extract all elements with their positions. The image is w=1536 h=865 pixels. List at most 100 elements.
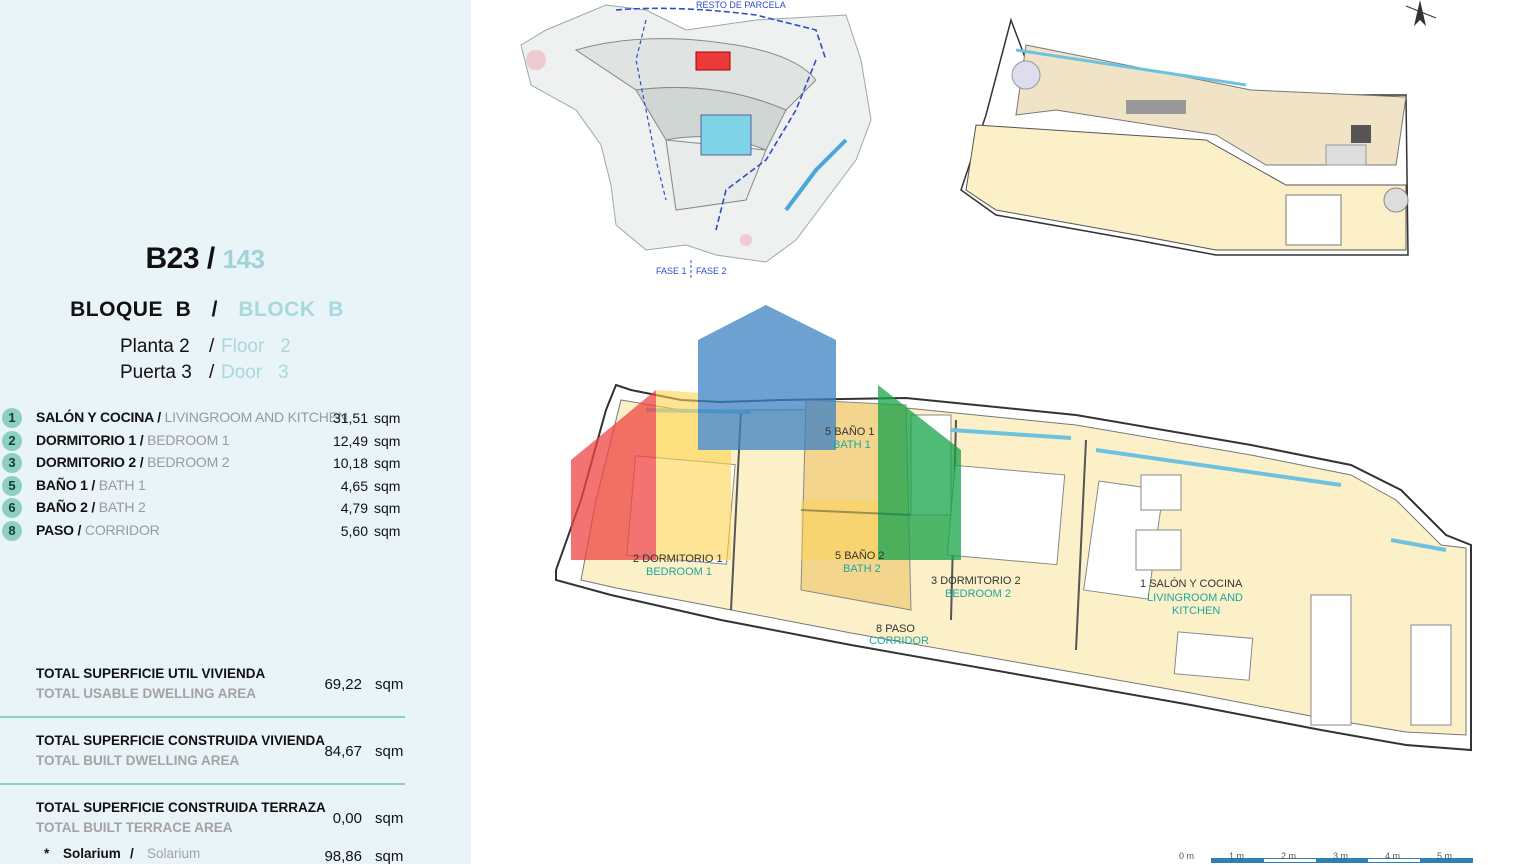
bath1-num: 5 — [825, 426, 832, 438]
room-name: BAÑO 1 / BATH 1 — [36, 477, 146, 493]
room-number-badge: 8 — [2, 521, 22, 541]
solarium-star: * — [44, 846, 50, 861]
room-unit: sqm — [374, 433, 401, 449]
total-terrace-value: 0,00 — [332, 810, 362, 827]
room-name-sep: / — [136, 432, 148, 448]
room-area: 4,65 — [340, 478, 368, 494]
room-name-sep: / — [73, 522, 85, 538]
room-area: 12,49 — [332, 433, 368, 449]
room-number-badge: 2 — [2, 431, 22, 451]
total-terrace-unit: sqm — [375, 810, 404, 827]
bath1-label-en: BATH 1 — [833, 439, 871, 451]
scale-3: 3 m — [1333, 851, 1349, 861]
room-row: 8 PASO / CORRIDOR 5,60 sqm — [0, 521, 410, 541]
room-name-en: BEDROOM 2 — [147, 454, 230, 470]
room-name: PASO / CORRIDOR — [36, 522, 160, 538]
room-name-es: PASO — [36, 522, 74, 538]
living-es: SALÓN Y COCINA — [1149, 578, 1243, 590]
solarium-en: Solarium — [147, 846, 201, 861]
room-name-sep: / — [87, 477, 99, 493]
bed2-es: DORMITORIO 2 — [940, 575, 1021, 587]
block-separator: / — [211, 298, 218, 321]
corridor-num: 8 — [876, 623, 883, 635]
room-name-es: DORMITORIO 1 — [36, 432, 137, 448]
room-area: 31,51 — [332, 410, 368, 426]
living-label-en1: LIVINGROOM AND — [1147, 592, 1243, 604]
bed2-label-es: 3 DORMITORIO 2 — [931, 575, 1021, 587]
total-built-value: 84,67 — [324, 743, 362, 760]
room-row: 2 DORMITORIO 1 / BEDROOM 1 12,49 sqm — [0, 431, 410, 451]
bed1-num: 2 — [633, 553, 640, 565]
bed1-label-es: 2 DORMITORIO 1 — [633, 553, 723, 565]
room-name-es: SALÓN Y COCINA — [36, 409, 154, 425]
block-es: BLOQUE B — [70, 298, 192, 321]
key-plan — [960, 17, 1409, 256]
door-en: Door 3 — [221, 362, 289, 383]
room-unit: sqm — [374, 523, 401, 539]
room-name-en: BATH 2 — [98, 499, 146, 515]
room-area: 4,79 — [340, 500, 368, 516]
total-built-en: TOTAL BUILT DWELLING AREA — [36, 753, 240, 768]
solarium-unit: sqm — [375, 848, 404, 865]
room-unit: sqm — [374, 478, 401, 494]
total-terrace-es: TOTAL SUPERFICIE CONSTRUIDA TERRAZA — [36, 800, 326, 815]
room-row: 6 BAÑO 2 / BATH 2 4,79 sqm — [0, 498, 410, 518]
solarium-es: Solarium — [63, 846, 121, 861]
living-label-es: 1 SALÓN Y COCINA — [1140, 578, 1242, 590]
living-num: 1 — [1140, 578, 1147, 590]
corridor-label-es: 8 PASO — [876, 623, 915, 635]
scale-0: 0 m — [1179, 851, 1195, 861]
total-usable-unit: sqm — [375, 676, 404, 693]
room-name-es: BAÑO 2 — [36, 499, 88, 515]
room-row: 1 SALÓN Y COCINA / LIVINGROOM AND KITCHE… — [0, 408, 410, 428]
room-area: 10,18 — [332, 455, 368, 471]
door-es: Puerta 3 — [120, 362, 192, 383]
phase1-label: FASE 1 — [656, 266, 687, 276]
bed2-num: 3 — [931, 575, 938, 587]
bed2-label-en: BEDROOM 2 — [945, 588, 1012, 600]
scale-5: 5 m — [1437, 851, 1453, 861]
divider — [0, 716, 405, 718]
bath2-label-en: BATH 2 — [843, 563, 881, 575]
phase2-label: FASE 2 — [696, 266, 727, 276]
unit-number: 143 — [222, 244, 265, 274]
total-usable-value: 69,22 — [324, 676, 362, 693]
room-number-badge: 3 — [2, 453, 22, 473]
room-name: DORMITORIO 2 / BEDROOM 2 — [36, 454, 230, 470]
room-name: DORMITORIO 1 / BEDROOM 1 — [36, 432, 230, 448]
corridor-es: PASO — [885, 623, 915, 635]
scale-1: 1 m — [1229, 851, 1245, 861]
floor-separator: / — [209, 336, 215, 357]
door-separator: / — [209, 362, 215, 383]
bed1-label-en: BEDROOM 1 — [646, 566, 713, 578]
room-name-en: CORRIDOR — [84, 522, 160, 538]
corridor-label-en: CORRIDOR — [869, 635, 929, 647]
room-number-badge: 1 — [2, 408, 22, 428]
total-usable-es: TOTAL SUPERFICIE UTIL VIVIENDA — [36, 666, 266, 681]
bath2-es: BAÑO 2 — [844, 550, 885, 562]
unit-code: B23 — [145, 242, 200, 275]
room-name-sep: / — [153, 409, 165, 425]
block-en: BLOCK B — [238, 298, 344, 321]
room-name-sep: / — [136, 454, 148, 470]
bath2-label-es: 5 BAÑO 2 — [835, 550, 885, 562]
floor-es: Planta 2 — [120, 336, 190, 357]
floor-en: Floor 2 — [221, 336, 291, 357]
total-terrace-en: TOTAL BUILT TERRACE AREA — [36, 820, 233, 835]
room-name-en: BEDROOM 1 — [147, 432, 230, 448]
solarium-value: 98,86 — [324, 848, 362, 865]
unit-separator: / — [206, 242, 215, 275]
room-number-badge: 5 — [2, 476, 22, 496]
watermark-logo — [571, 305, 961, 560]
room-row: 5 BAÑO 1 / BATH 1 4,65 sqm — [0, 476, 410, 496]
bed1-es: DORMITORIO 1 — [642, 553, 723, 565]
room-number-badge: 6 — [2, 498, 22, 518]
room-unit: sqm — [374, 455, 401, 471]
room-name-en: BATH 1 — [98, 477, 146, 493]
room-name-es: BAÑO 1 — [36, 477, 88, 493]
scale-2: 2 m — [1281, 851, 1297, 861]
site-top-label: RESTO DE PARCELA — [696, 0, 786, 10]
drawings-area: RESTO DE PARCELA FASE 1 FASE 2 5 BAÑO 1 … — [471, 0, 1536, 864]
info-panel: B23 / 143 BLOQUE B / BLOCK B Planta 2 / … — [0, 0, 471, 865]
bath1-es: BAÑO 1 — [834, 426, 875, 438]
